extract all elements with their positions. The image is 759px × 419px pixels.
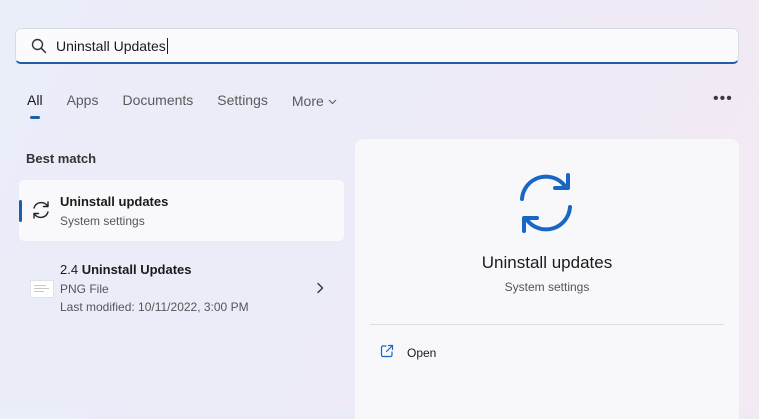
tab-more-label: More <box>291 93 324 109</box>
best-match-subtitle: System settings <box>60 214 145 228</box>
text-caret <box>166 37 168 54</box>
best-match-title: Uninstall updates <box>60 194 169 209</box>
best-match-heading: Best match <box>26 151 97 166</box>
open-external-icon <box>380 344 394 363</box>
more-options-icon[interactable]: ••• <box>713 90 733 108</box>
preview-title: Uninstall updates <box>481 253 613 272</box>
selection-indicator <box>19 200 22 222</box>
best-match-result[interactable]: Uninstall updates System settings <box>19 180 344 241</box>
sync-icon <box>30 199 52 221</box>
tab-settings[interactable]: Settings <box>217 92 268 109</box>
search-box[interactable]: Uninstall Updates <box>15 28 739 64</box>
sync-large-icon <box>513 171 579 235</box>
preview-pane: Uninstall updates System settings Open <box>355 139 739 419</box>
search-icon <box>30 37 48 55</box>
preview-divider <box>370 324 724 325</box>
file-result-type: PNG File <box>60 282 109 296</box>
file-result-title: 2.4 Uninstall Updates <box>60 262 192 277</box>
tab-apps[interactable]: Apps <box>67 92 99 109</box>
filter-tabs: All Apps Documents Settings More <box>27 92 361 119</box>
open-action[interactable]: Open <box>380 343 436 363</box>
tab-all[interactable]: All <box>27 92 43 119</box>
tab-documents[interactable]: Documents <box>122 92 193 109</box>
file-result-modified: Last modified: 10/11/2022, 3:00 PM <box>60 300 249 314</box>
png-file-thumbnail <box>30 280 54 298</box>
open-action-label: Open <box>407 346 437 360</box>
file-result[interactable]: 2.4 Uninstall Updates PNG File Last modi… <box>19 252 344 322</box>
chevron-down-icon <box>328 92 337 108</box>
chevron-right-icon[interactable] <box>315 281 325 294</box>
tab-more[interactable]: More <box>292 92 337 109</box>
preview-subtitle: System settings <box>504 280 590 294</box>
search-input[interactable]: Uninstall Updates <box>56 37 168 54</box>
